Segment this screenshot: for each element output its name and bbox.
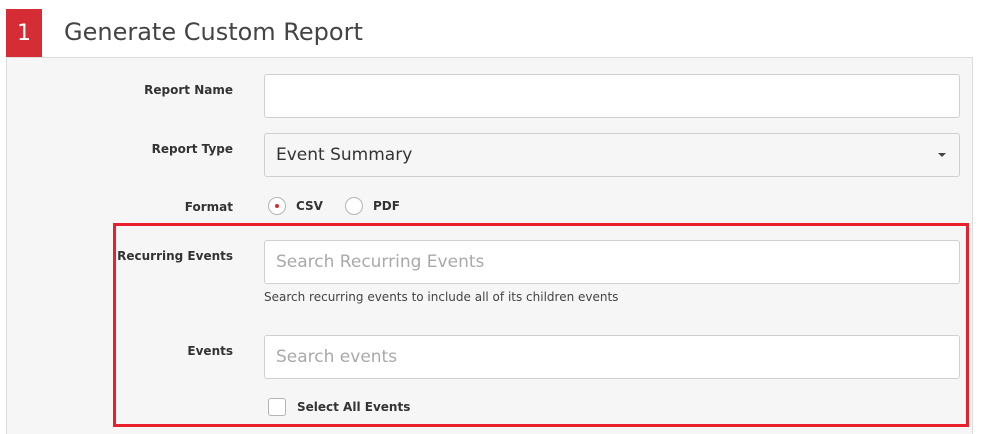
radio-csv-label: CSV — [296, 199, 323, 213]
events-search-input[interactable] — [264, 335, 960, 379]
caret-down-icon — [938, 153, 946, 157]
report-page: 1 Generate Custom Report Report Name Rep… — [0, 0, 988, 434]
page-title: Generate Custom Report — [64, 18, 363, 46]
select-all-events-row[interactable]: Select All Events — [268, 398, 410, 416]
format-radio-group: CSV PDF — [268, 197, 422, 215]
report-type-selected-value: Event Summary — [276, 145, 413, 165]
report-name-label: Report Name — [144, 83, 233, 97]
events-label: Events — [187, 344, 233, 358]
step-number-badge: 1 — [6, 9, 42, 57]
select-all-events-label: Select All Events — [297, 400, 411, 414]
report-type-label: Report Type — [151, 142, 233, 156]
report-name-input[interactable] — [264, 74, 960, 118]
format-label: Format — [184, 200, 233, 214]
recurring-events-search-input[interactable] — [264, 240, 960, 284]
radio-csv[interactable] — [268, 197, 286, 215]
format-option-pdf[interactable]: PDF — [344, 197, 400, 215]
format-option-csv[interactable]: CSV — [268, 197, 323, 215]
select-all-events-checkbox[interactable] — [268, 398, 286, 416]
radio-pdf-label: PDF — [372, 199, 400, 213]
recurring-events-help-text: Search recurring events to include all o… — [264, 290, 619, 304]
report-form-panel: Report Name Report Type Event Summary Fo… — [6, 57, 973, 434]
radio-pdf[interactable] — [344, 197, 363, 215]
report-type-select[interactable]: Event Summary — [264, 133, 960, 177]
recurring-events-label: Recurring Events — [117, 249, 233, 263]
